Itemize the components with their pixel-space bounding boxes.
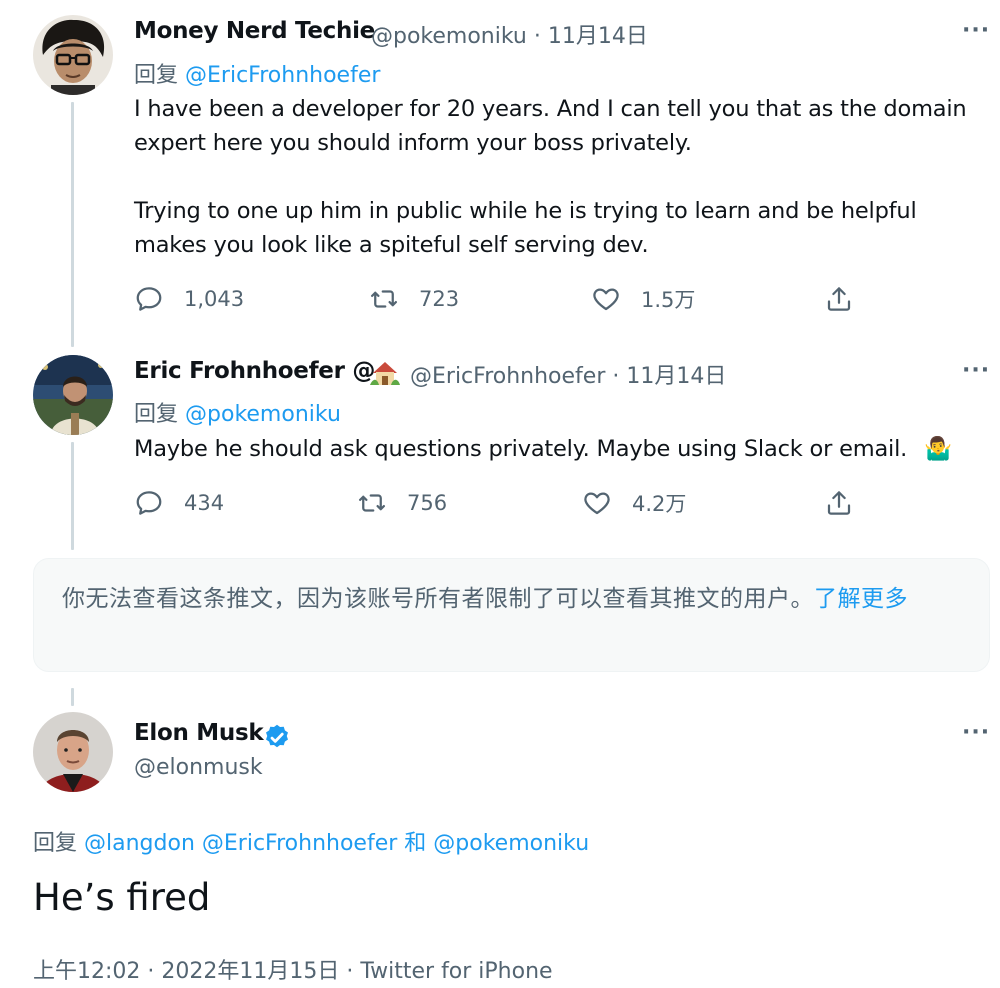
reply-count: 434 xyxy=(184,491,225,515)
reply-button[interactable]: 434 xyxy=(134,488,224,518)
avatar[interactable] xyxy=(33,355,113,435)
shrug-emoji: 🤷‍♂️ xyxy=(924,436,952,462)
verified-badge-icon xyxy=(262,721,292,751)
more-options-button[interactable]: ··· xyxy=(962,720,990,745)
share-icon xyxy=(827,491,851,515)
retweet-count: 723 xyxy=(419,287,460,311)
learn-more-link[interactable]: 了解更多 xyxy=(814,586,908,612)
reply-to-link[interactable]: @langdon xyxy=(84,831,195,856)
reply-icon xyxy=(136,491,162,515)
handle-and-date[interactable]: @EricFrohnhoefer · 11月14日 xyxy=(410,358,726,390)
main-tweet-text: He’s fired xyxy=(33,876,211,919)
replying-to: 回复 @EricFrohnhoefer xyxy=(134,57,380,89)
notice-message: 你无法查看这条推文，因为该账号所有者限制了可以查看其推文的用户。 xyxy=(62,586,814,612)
reply-to-link[interactable]: @EricFrohnhoefer xyxy=(185,63,380,88)
reply-prefix: 回复 xyxy=(33,831,78,856)
author-name[interactable]: Elon Musk xyxy=(134,720,264,746)
avatar[interactable] xyxy=(33,15,113,95)
replying-to: 回复 @langdon @EricFrohnhoefer 和 @pokemoni… xyxy=(33,825,589,857)
like-count: 1.5万 xyxy=(641,288,696,312)
reply-to-link[interactable]: @EricFrohnhoefer xyxy=(202,831,397,856)
thread-line xyxy=(71,442,74,550)
retweet-button[interactable]: 756 xyxy=(357,488,447,518)
tweet-text: I have been a developer for 20 years. An… xyxy=(134,96,967,258)
reply-and-word: 和 xyxy=(404,831,427,856)
tweet-text: Maybe he should ask questions privately.… xyxy=(134,432,994,466)
like-button[interactable]: 1.5万 xyxy=(591,284,695,314)
author-name[interactable]: Money Nerd Techie xyxy=(134,18,375,44)
reply-count: 1,043 xyxy=(184,287,245,311)
heart-icon xyxy=(593,288,619,311)
reply-prefix: 回复 xyxy=(134,63,179,88)
avatar[interactable] xyxy=(33,712,113,792)
restricted-tweet-notice: 你无法查看这条推文，因为该账号所有者限制了可以查看其推文的用户。了解更多 xyxy=(33,558,990,672)
more-options-button[interactable]: ··· xyxy=(962,358,990,383)
reply-to-link[interactable]: @pokemoniku xyxy=(433,831,589,856)
retweet-icon xyxy=(371,290,397,308)
tweet-timestamp[interactable]: 上午12:02 · 2022年11月15日 · Twitter for iPho… xyxy=(33,953,553,985)
retweet-icon xyxy=(359,494,385,512)
author-name[interactable]: Eric Frohnhoefer @ xyxy=(134,358,375,384)
tweet-text-content: Maybe he should ask questions privately.… xyxy=(134,436,908,462)
retweet-button[interactable]: 723 xyxy=(369,284,459,314)
notice-text: 你无法查看这条推文，因为该账号所有者限制了可以查看其推文的用户。了解更多 xyxy=(62,581,962,617)
thread-line xyxy=(71,102,74,347)
retweet-count: 756 xyxy=(407,491,448,515)
house-emoji-icon xyxy=(369,358,401,388)
handle-and-date[interactable]: @pokemoniku · 11月14日 xyxy=(371,18,648,50)
thread-line xyxy=(71,688,74,706)
share-button[interactable] xyxy=(824,284,874,314)
reply-icon xyxy=(136,287,162,311)
more-options-button[interactable]: ··· xyxy=(962,18,990,43)
replying-to: 回复 @pokemoniku xyxy=(134,396,341,428)
like-button[interactable]: 4.2万 xyxy=(582,488,686,518)
share-icon xyxy=(827,287,851,311)
heart-icon xyxy=(584,492,610,515)
reply-to-link[interactable]: @pokemoniku xyxy=(185,402,341,427)
author-handle[interactable]: @elonmusk xyxy=(134,755,263,780)
like-count: 4.2万 xyxy=(632,492,687,516)
reply-prefix: 回复 xyxy=(134,402,179,427)
reply-button[interactable]: 1,043 xyxy=(134,284,244,314)
share-button[interactable] xyxy=(824,488,874,518)
